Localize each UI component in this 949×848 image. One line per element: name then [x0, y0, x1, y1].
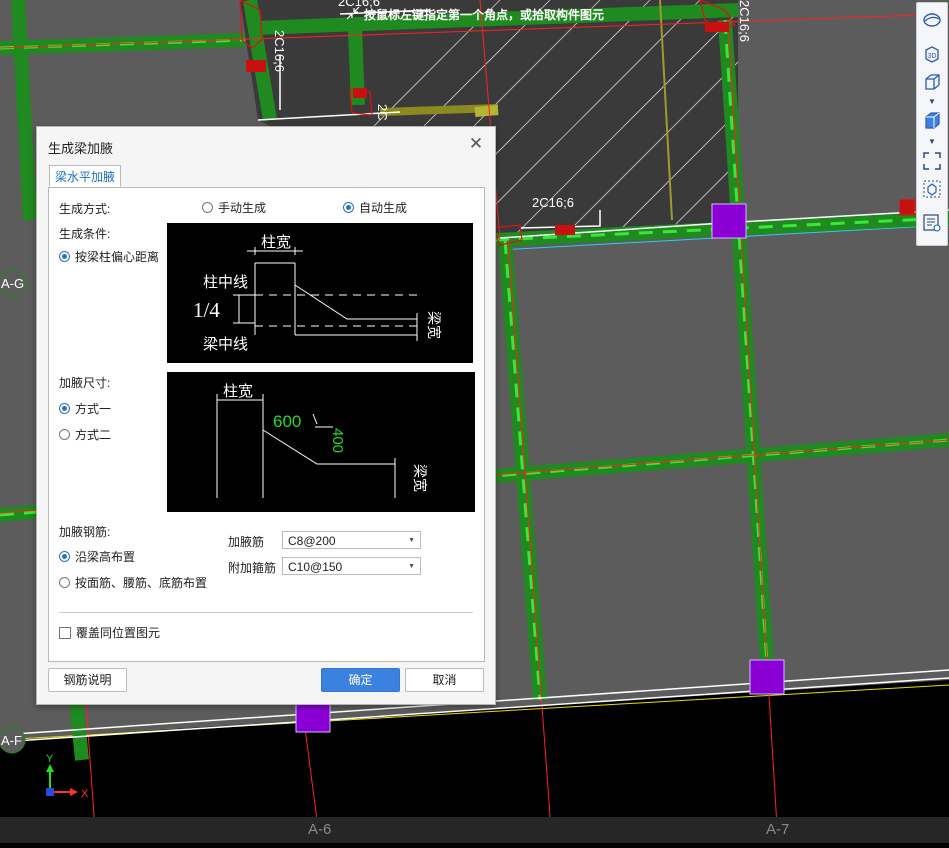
axis-label-left: A-F	[1, 733, 22, 748]
size-label: 加腋尺寸:	[59, 376, 111, 390]
radio-label: 手动生成	[218, 201, 267, 215]
generate-haunch-dialog: 生成梁加腋 ✕ 梁水平加腋 生成方式: 手动生成 自动生成 生成条件: 按梁柱偏…	[36, 126, 496, 705]
cursor-select-icon	[346, 6, 360, 20]
beam-width-label: 梁宽	[426, 311, 442, 339]
axis-label-left: A-G	[1, 276, 24, 291]
stirrup-value: C10@150	[288, 560, 343, 574]
gen-mode-label: 生成方式:	[59, 202, 111, 216]
radio-dot	[59, 403, 70, 414]
svg-text:3D: 3D	[928, 53, 937, 60]
radio-dot	[59, 251, 70, 262]
col-width-label: 柱宽	[261, 234, 291, 251]
chevron-down-icon[interactable]: ▼	[920, 137, 944, 147]
stirrup-label: 附加箍筋	[228, 561, 277, 575]
radio-label: 方式二	[75, 428, 112, 442]
haunch-height-value: 400	[329, 428, 346, 453]
cube-solid-icon[interactable]	[920, 110, 944, 132]
chevron-down-icon: ▼	[408, 537, 415, 544]
chevron-down-icon[interactable]: ▼	[920, 97, 944, 107]
beam-center-label: 梁中线	[203, 336, 248, 353]
radio-dot	[202, 202, 213, 213]
col-center-label: 柱中线	[203, 274, 248, 291]
view-toolbar: 3D ▼ ▼	[916, 2, 948, 246]
beam-annotation: 2C16;6	[737, 0, 752, 42]
radio-label: 沿梁高布置	[75, 550, 136, 564]
radio-label: 按梁柱偏心距离	[75, 250, 160, 264]
ratio-label: 1/4	[193, 298, 220, 322]
checkbox-label: 覆盖同位置图元	[76, 626, 161, 640]
chevron-down-icon: ▼	[408, 563, 415, 570]
fit-view-icon[interactable]	[920, 150, 944, 172]
radio-dot	[343, 202, 354, 213]
radio-label: 按面筋、腰筋、底筋布置	[75, 576, 208, 590]
haunch-bar-value: C8@200	[288, 534, 336, 548]
radio-dot	[59, 551, 70, 562]
ok-button[interactable]: 确定	[321, 668, 400, 692]
stirrup-select[interactable]: C10@150 ▼	[282, 557, 421, 575]
beam-width-label: 梁宽	[412, 464, 428, 492]
radio-along-beam-height[interactable]: 沿梁高布置	[59, 548, 135, 565]
beam-annotation: 2C	[375, 104, 390, 121]
haunch-length-value: 600	[273, 412, 301, 431]
eccentric-diagram: 柱宽 柱中线 1/4 梁中线 梁宽	[167, 223, 473, 363]
radio-mode-two[interactable]: 方式二	[59, 426, 111, 443]
coord-y-label: Y	[46, 753, 54, 765]
tab-horizontal-haunch[interactable]: 梁水平加腋	[49, 165, 121, 187]
radio-label: 自动生成	[359, 201, 408, 215]
radio-auto-generate[interactable]: 自动生成	[343, 199, 407, 216]
tab-panel: 生成方式: 手动生成 自动生成 生成条件: 按梁柱偏心距离 柱宽 柱中线 1/4…	[48, 187, 485, 662]
radio-by-face-bars[interactable]: 按面筋、腰筋、底筋布置	[59, 574, 207, 591]
haunch-size-diagram: 柱宽 600 400 梁宽	[167, 372, 475, 512]
layer-list-icon[interactable]	[920, 212, 944, 234]
radio-label: 方式一	[75, 402, 112, 416]
coord-x-label: X	[81, 788, 89, 800]
status-prompt: 按鼠标左键指定第一个角点，或拾取构件图元	[364, 8, 605, 22]
col-width-label: 柱宽	[223, 383, 253, 400]
box-select-icon[interactable]	[920, 178, 944, 200]
condition-label: 生成条件:	[59, 227, 111, 241]
beam-annotation: 2C16;6	[532, 195, 574, 210]
beam-annotation: 2C16;6	[272, 30, 287, 72]
status-bar	[0, 817, 949, 843]
radio-dot	[59, 577, 70, 588]
radio-eccentric-distance[interactable]: 按梁柱偏心距离	[59, 248, 159, 265]
close-icon[interactable]: ✕	[468, 135, 484, 152]
haunch-bar-label: 加腋筋	[228, 535, 265, 549]
radio-manual-generate[interactable]: 手动生成	[202, 199, 266, 216]
rebar-label: 加腋钢筋:	[59, 525, 111, 539]
haunch-bar-select[interactable]: C8@200 ▼	[282, 531, 421, 549]
axis-label-bottom: A-7	[766, 821, 790, 838]
cancel-button[interactable]: 取消	[405, 668, 484, 692]
axis-label-bottom: A-6	[308, 821, 332, 838]
radio-dot	[59, 429, 70, 440]
divider	[59, 612, 473, 613]
overwrite-checkbox[interactable]: 覆盖同位置图元	[59, 624, 160, 641]
cube-icon[interactable]	[920, 71, 944, 93]
radio-mode-one[interactable]: 方式一	[59, 400, 111, 417]
sphere-icon[interactable]	[920, 9, 944, 31]
rebar-explain-button[interactable]: 钢筋说明	[48, 668, 127, 692]
dialog-title: 生成梁加腋	[48, 141, 114, 156]
checkbox-box	[59, 626, 71, 639]
3d-view-icon[interactable]: 3D	[920, 43, 944, 65]
